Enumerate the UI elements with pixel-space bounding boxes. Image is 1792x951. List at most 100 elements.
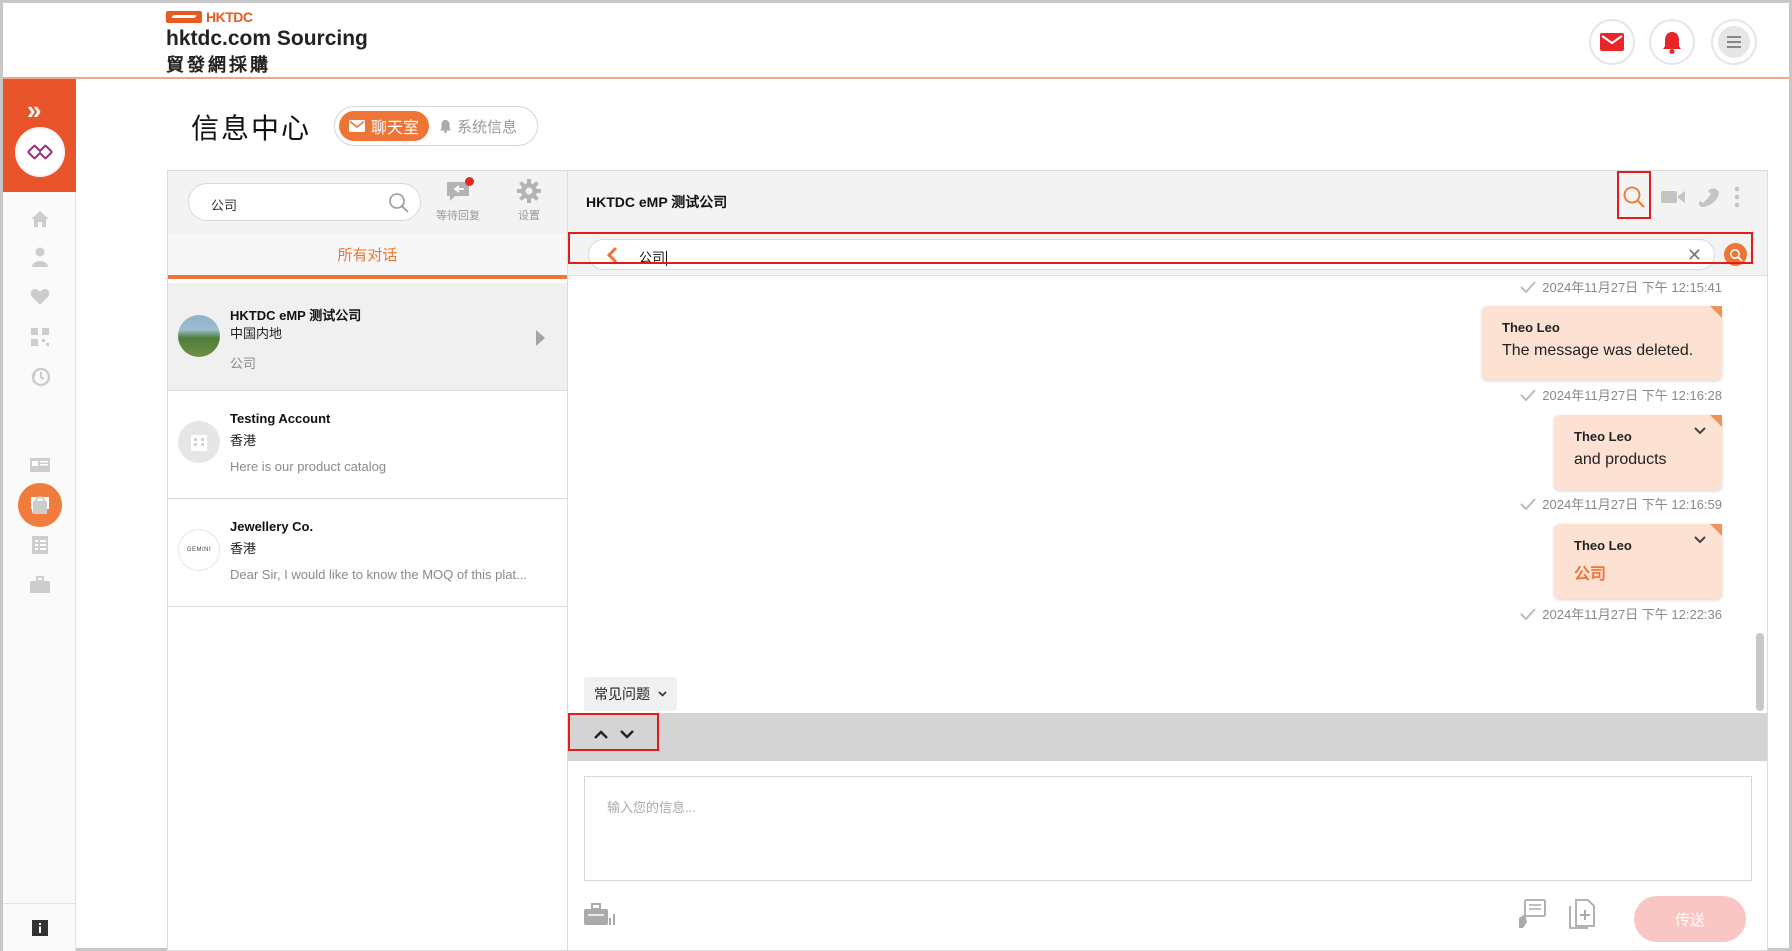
conversation-search-input[interactable]: 公司 — [188, 183, 421, 221]
unread-dot — [465, 177, 474, 186]
timestamp-text: 2024年11月27日 下午 12:16:59 — [1542, 497, 1722, 512]
brand-name-zh: 貿發網採購 — [166, 55, 271, 75]
highlight-box — [568, 713, 659, 751]
timestamp-text: 2024年11月27日 下午 12:16:28 — [1542, 388, 1722, 403]
briefcase-icon[interactable] — [27, 573, 53, 597]
highlight-box — [568, 232, 1753, 264]
chat-title: HKTDC eMP 测试公司 — [586, 194, 728, 210]
settings-label: 设置 — [518, 210, 540, 222]
scrollbar-thumb[interactable] — [1756, 633, 1764, 711]
chat-panel: HKTDC eMP 测试公司 公司 ✕ 2024年11月27日 下午 12:15… — [567, 170, 1768, 951]
conversation-item[interactable]: Testing Account 香港 Here is our product c… — [168, 391, 567, 499]
faq-dropdown[interactable]: 常见问题 — [584, 677, 677, 711]
top-header: HKTDC hktdc.com Sourcing 貿發網採購 — [3, 3, 1789, 79]
message-bubble[interactable]: Theo Leo and products — [1554, 415, 1722, 490]
hktdc-mark: HKTDC — [166, 9, 376, 25]
conversation-region: 香港 — [230, 541, 257, 556]
menu-icon — [1727, 36, 1741, 48]
hktdc-mark-text: HKTDC — [206, 9, 253, 25]
message-sender: Theo Leo — [1574, 538, 1632, 553]
add-document-icon — [1569, 899, 1595, 929]
video-call-button[interactable] — [1658, 182, 1688, 212]
send-button[interactable]: 传送 — [1634, 896, 1746, 942]
more-vertical-icon — [1734, 186, 1740, 208]
business-card-button[interactable] — [582, 897, 618, 931]
chevron-down-icon[interactable] — [1694, 536, 1706, 544]
qr-icon[interactable] — [27, 325, 53, 349]
mail-button[interactable] — [1589, 19, 1635, 65]
conversation-name: Testing Account — [230, 411, 331, 426]
message-text-highlighted: 公司 — [1574, 566, 1607, 583]
message-thread: 2024年11月27日 下午 12:15:41 Theo Leo The mes… — [568, 277, 1767, 713]
chat-header: HKTDC eMP 测试公司 — [568, 171, 1767, 234]
check-icon — [1520, 497, 1537, 510]
product-card-button[interactable] — [1514, 897, 1550, 931]
heart-icon[interactable] — [27, 285, 53, 309]
message-text: The message was deleted. — [1502, 342, 1694, 359]
tab-chatroom[interactable]: 聊天室 — [339, 111, 429, 141]
notification-button[interactable] — [1649, 19, 1695, 65]
list-toolbar: 公司 等待回复 设置 — [168, 171, 567, 234]
message-bubble[interactable]: Theo Leo The message was deleted. — [1482, 306, 1722, 380]
conversation-item[interactable]: HKTDC eMP 测试公司 中国内地 公司 — [168, 283, 567, 391]
message-bubble[interactable]: Theo Leo 公司 — [1554, 524, 1722, 599]
conversation-preview: 公司 — [230, 356, 257, 371]
info-icon — [31, 919, 48, 936]
company-logo-icon — [27, 144, 53, 160]
conversation-preview: Dear Sir, I would like to know the MOQ o… — [230, 567, 527, 582]
company-avatar[interactable] — [15, 127, 65, 177]
conversation-avatar — [178, 421, 220, 463]
message-sender: Theo Leo — [1502, 320, 1560, 335]
search-icon — [1623, 186, 1645, 208]
page-title: 信息中心 — [191, 113, 312, 144]
list-icon[interactable] — [27, 533, 53, 557]
info-button[interactable] — [3, 903, 76, 951]
chat-search-button[interactable] — [1619, 182, 1649, 212]
message-timestamp: 2024年11月27日 下午 12:16:59 — [1520, 494, 1722, 513]
chevron-down-icon[interactable] — [1694, 427, 1706, 435]
check-icon — [1520, 280, 1537, 293]
conversation-avatar: GEMINI — [178, 529, 220, 571]
conversation-avatar — [178, 315, 220, 357]
video-camera-icon — [1661, 191, 1685, 203]
faq-label: 常见问题 — [594, 686, 650, 702]
left-rail: » — [3, 79, 76, 951]
envelope-icon — [348, 120, 365, 132]
conversation-item[interactable]: GEMINI Jewellery Co. 香港 Dear Sir, I woul… — [168, 499, 567, 607]
settings-button[interactable]: 设置 — [501, 175, 557, 223]
conversation-list-panel: 公司 等待回复 设置 所有对话 HKTDC eMP 测试公司 中国内地 公司 T… — [167, 170, 568, 951]
tab-system-messages[interactable]: 系统信息 — [439, 111, 517, 141]
company-logo-text: GEMINI — [186, 547, 212, 553]
home-icon[interactable] — [27, 207, 53, 231]
chevron-down-icon — [658, 691, 667, 697]
history-icon[interactable] — [27, 365, 53, 389]
pending-reply-label: 等待回复 — [436, 210, 480, 222]
hktdc-flag-icon — [166, 11, 202, 23]
tab-chatroom-label: 聊天室 — [370, 120, 419, 137]
card-icon[interactable] — [27, 453, 53, 477]
message-type-toggle: 聊天室 系统信息 — [334, 106, 538, 146]
user-icon[interactable] — [27, 245, 53, 269]
brand-name-en: hktdc.com Sourcing — [166, 27, 368, 50]
message-timestamp: 2024年11月27日 下午 12:16:28 — [1520, 385, 1722, 404]
conversation-region: 中国内地 — [230, 326, 283, 341]
search-icon[interactable] — [388, 192, 410, 214]
check-icon — [1520, 388, 1537, 401]
conversation-preview: Here is our product catalog — [230, 459, 387, 474]
bag-icon[interactable] — [27, 493, 53, 517]
menu-button[interactable] — [1711, 19, 1757, 65]
voice-call-button[interactable] — [1694, 182, 1724, 212]
more-options-button[interactable] — [1722, 182, 1752, 212]
gear-icon — [517, 179, 541, 203]
expand-rail-icon[interactable]: » — [27, 95, 42, 126]
briefcase-chart-icon — [584, 903, 615, 925]
bell-icon — [1663, 32, 1681, 54]
rail-profile-block: » — [3, 79, 76, 192]
compose-placeholder: 输入您的信息... — [607, 800, 696, 815]
hktdc-logo[interactable]: HKTDC hktdc.com Sourcing 貿發網採購 — [166, 9, 376, 75]
message-compose-input[interactable]: 输入您的信息... — [584, 776, 1752, 881]
tab-system-label: 系统信息 — [457, 118, 518, 136]
attach-document-button[interactable] — [1564, 897, 1600, 931]
pending-reply-button[interactable]: 等待回复 — [430, 175, 486, 223]
tab-all-conversations[interactable]: 所有对话 — [168, 234, 567, 279]
